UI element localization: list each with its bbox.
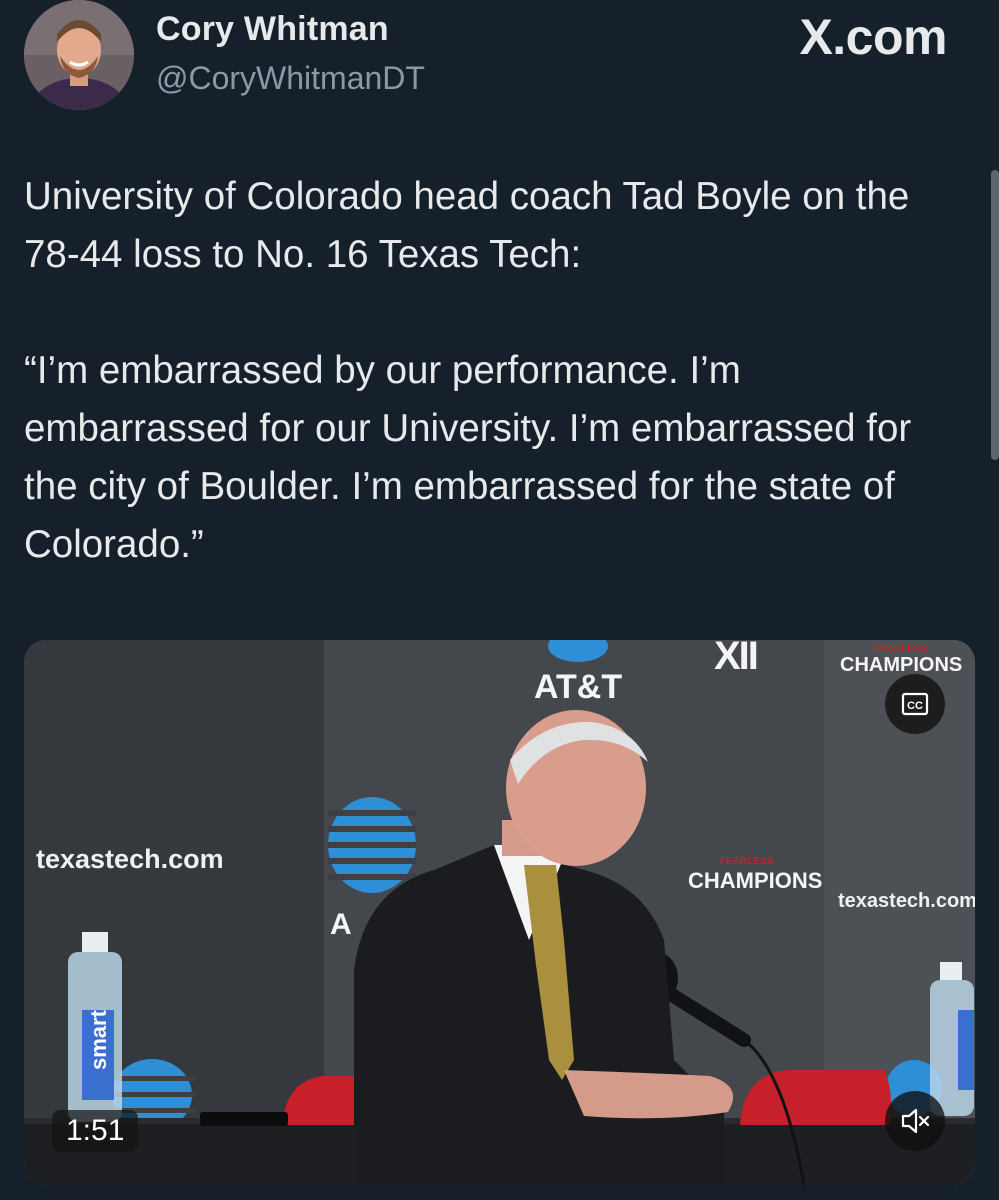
speaker-muted-icon: [901, 1108, 930, 1134]
video-duration: 1:51: [52, 1110, 139, 1152]
mute-button[interactable]: [885, 1091, 945, 1151]
author-handle[interactable]: @CoryWhitmanDT: [156, 60, 425, 97]
tweet-header: Cory Whitman @CoryWhitmanDT X.com: [0, 0, 999, 120]
att-logo-text: AT&T: [534, 668, 623, 706]
video-frame: [24, 640, 975, 1185]
scrollbar[interactable]: [991, 170, 999, 460]
video-player[interactable]: AT&T A XII FEARLESS CHAMPIONS FEARLESS C…: [24, 640, 975, 1185]
site-logo: X.com: [799, 9, 947, 65]
att-logo-text-partial: A: [330, 908, 352, 941]
closed-captions-icon: CC: [901, 692, 929, 716]
tweet-text: University of Colorado head coach Tad Bo…: [24, 168, 959, 574]
svg-text:CC: CC: [907, 700, 923, 712]
bottle-brand: smart: [86, 1010, 111, 1070]
texastech-url: texastech.com: [36, 844, 224, 874]
closed-captions-button[interactable]: CC: [885, 674, 945, 734]
tweet-paragraph: University of Colorado head coach Tad Bo…: [24, 175, 910, 276]
att-globe-icon: [328, 797, 416, 893]
texastech-url: texastech.com: [838, 890, 975, 912]
author-name[interactable]: Cory Whitman: [156, 10, 389, 49]
author-avatar[interactable]: [24, 0, 134, 110]
champions-logo: CHAMPIONS: [688, 868, 823, 893]
fearless-tag: FEARLESS: [720, 856, 774, 867]
big12-logo: XII: [714, 640, 759, 678]
tweet-paragraph: “I’m embarrassed by our performance. I’m…: [24, 349, 912, 566]
